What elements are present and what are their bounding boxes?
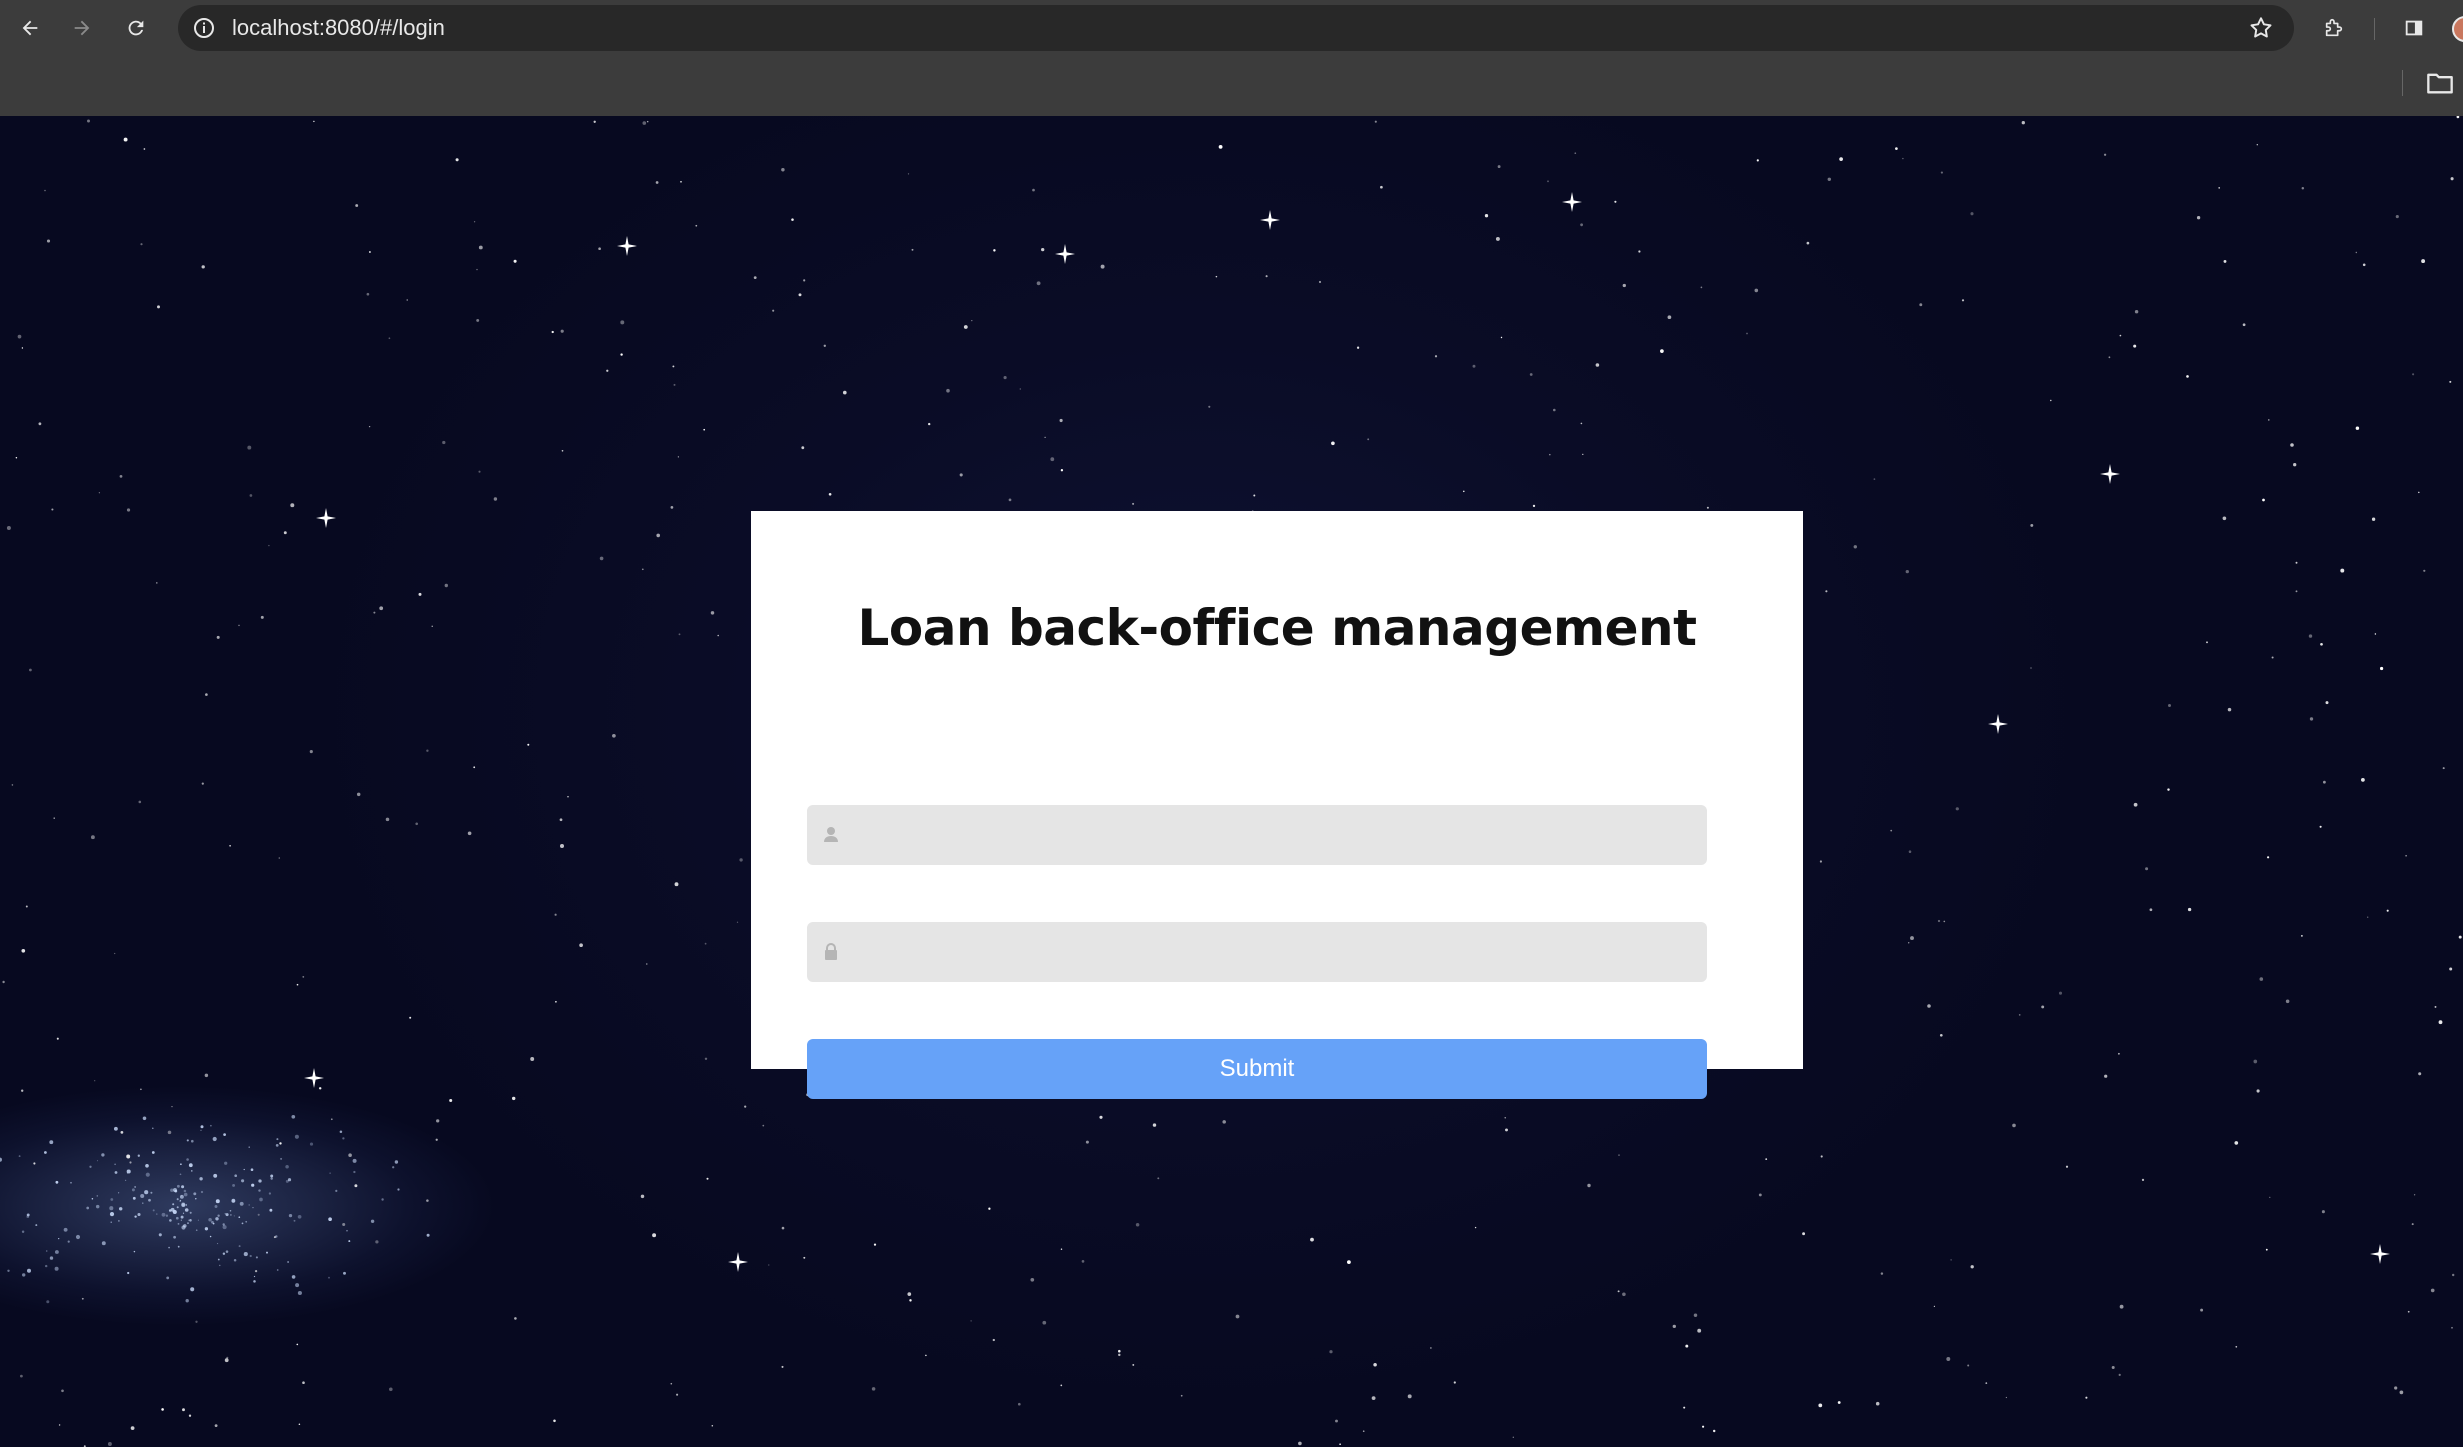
username-input[interactable]: [855, 805, 1699, 867]
login-card: Loan back-office management Submit: [751, 511, 1803, 1099]
extensions-button[interactable]: [2316, 10, 2352, 46]
forward-arrow-icon: [74, 20, 90, 36]
back-button[interactable]: [12, 10, 48, 46]
submit-button[interactable]: Submit: [807, 1039, 1707, 1099]
star-icon[interactable]: [2248, 15, 2274, 41]
password-input[interactable]: [855, 922, 1699, 984]
lock-icon: [825, 943, 837, 960]
user-icon: [824, 827, 838, 842]
profile-avatar[interactable]: [2452, 16, 2463, 42]
url-text[interactable]: localhost:8080/#/login: [232, 5, 445, 51]
address-bar[interactable]: localhost:8080/#/login: [178, 5, 2294, 51]
forward-button[interactable]: [64, 10, 100, 46]
bookmarks-bar: [0, 56, 2463, 117]
folder-icon[interactable]: [2426, 70, 2454, 96]
toolbar-divider: [2374, 18, 2375, 40]
browser-toolbar: localhost:8080/#/login: [0, 0, 2463, 56]
back-arrow-icon: [22, 20, 38, 36]
browser-chrome: localhost:8080/#/login: [0, 0, 2463, 117]
page-title: Loan back-office management: [857, 599, 1697, 657]
login-page: Loan back-office management Submit: [0, 116, 2463, 1447]
bookmarks-separator: [2402, 70, 2403, 96]
reload-button[interactable]: [118, 10, 154, 46]
side-panel-icon: [2405, 20, 2423, 36]
puzzle-icon: [2325, 18, 2343, 37]
side-panel-button[interactable]: [2396, 10, 2432, 46]
info-icon[interactable]: [192, 16, 216, 40]
password-field[interactable]: [807, 922, 1707, 984]
reload-icon: [128, 20, 144, 36]
username-field[interactable]: [807, 805, 1707, 867]
